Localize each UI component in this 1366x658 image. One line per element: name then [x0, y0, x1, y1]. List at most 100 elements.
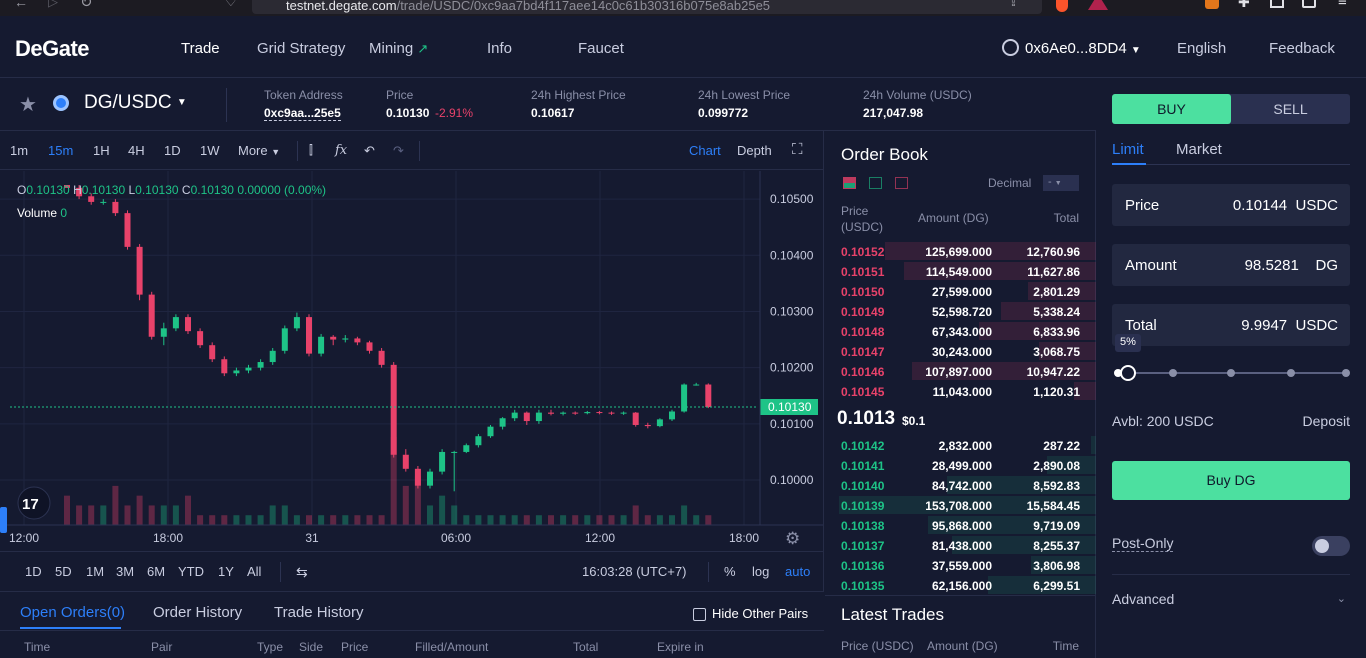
- language-selector[interactable]: English: [1177, 40, 1226, 57]
- account-menu[interactable]: 0x6Ae0...8DD4 ▼: [1002, 39, 1141, 57]
- range-1m[interactable]: 1M: [86, 564, 104, 579]
- candle-body: [148, 294, 155, 337]
- ask-row[interactable]: 0.10152 125,699.000 12,760.96: [825, 241, 1096, 261]
- interval-1w[interactable]: 1W: [200, 143, 220, 158]
- menu-icon[interactable]: ≡: [1338, 0, 1347, 10]
- interval-1d[interactable]: 1D: [164, 143, 181, 158]
- post-only-toggle[interactable]: [1312, 536, 1350, 556]
- interval-1m[interactable]: 1m: [10, 143, 28, 158]
- ask-row[interactable]: 0.10151 114,549.000 11,627.86: [825, 261, 1096, 281]
- candle-type-icon[interactable]: ⫿: [309, 143, 313, 158]
- chevron-down-icon[interactable]: ⌄: [1337, 592, 1346, 605]
- bookmark-icon[interactable]: ♡: [225, 0, 237, 10]
- star-icon[interactable]: ★: [19, 92, 37, 117]
- nav-trade[interactable]: Trade: [181, 40, 220, 57]
- tab-limit[interactable]: Limit: [1112, 141, 1144, 158]
- decimal-select[interactable]: - ▼: [1043, 175, 1079, 191]
- pair-selector[interactable]: DG/USDC ▼: [84, 92, 187, 114]
- view-both-icon[interactable]: [843, 177, 856, 189]
- view-bids-icon[interactable]: [869, 177, 882, 189]
- bid-row[interactable]: 0.10139 153,708.000 15,584.45: [825, 495, 1096, 515]
- address-bar[interactable]: testnet.degate.com/trade/USDC/0xc9aa7bd4…: [252, 0, 1042, 14]
- feedback-link[interactable]: Feedback: [1269, 40, 1335, 57]
- price-input-value[interactable]: 0.10144: [1233, 197, 1287, 214]
- nav-info[interactable]: Info: [487, 40, 512, 57]
- range-3m[interactable]: 3M: [116, 564, 134, 579]
- percent-toggle[interactable]: %: [724, 564, 736, 579]
- range-5d[interactable]: 5D: [55, 564, 72, 579]
- fullscreen-icon[interactable]: ⛶: [792, 141, 803, 158]
- buy-dg-button[interactable]: Buy DG: [1112, 461, 1350, 500]
- brave-shield-icon[interactable]: [1056, 0, 1068, 12]
- buy-tab[interactable]: BUY: [1112, 94, 1231, 124]
- ask-row[interactable]: 0.10150 27,599.000 2,801.29: [825, 281, 1096, 301]
- bid-row[interactable]: 0.10138 95,868.000 9,719.09: [825, 515, 1096, 535]
- total-input-value[interactable]: 9.9947: [1241, 317, 1287, 334]
- range-all[interactable]: All: [247, 564, 261, 579]
- wallet-icon[interactable]: [1302, 0, 1316, 8]
- nav-mining[interactable]: Mining ↗: [369, 40, 428, 57]
- bid-row[interactable]: 0.10140 84,742.000 8,592.83: [825, 475, 1096, 495]
- view-asks-icon[interactable]: [895, 177, 908, 189]
- deposit-link[interactable]: Deposit: [1303, 413, 1350, 429]
- scroll-handle: [0, 507, 7, 533]
- price-chart[interactable]: 0.10130 0.105000.104000.103000.102000.10…: [0, 171, 823, 550]
- auto-toggle[interactable]: auto: [785, 564, 810, 579]
- ask-row[interactable]: 0.10146 107,897.000 10,947.22: [825, 361, 1096, 381]
- slider-thumb[interactable]: [1119, 365, 1136, 381]
- indicators-icon[interactable]: fx: [335, 143, 347, 158]
- interval-1h[interactable]: 1H: [93, 143, 110, 158]
- hide-other-pairs-label: Hide Other Pairs: [712, 606, 809, 621]
- more-intervals-button[interactable]: More ▼: [238, 143, 280, 158]
- range-6m[interactable]: 6M: [147, 564, 165, 579]
- range-ytd[interactable]: YTD: [178, 564, 204, 579]
- tab-chart[interactable]: Chart: [689, 143, 721, 158]
- hide-other-pairs-checkbox[interactable]: [693, 608, 706, 621]
- back-icon[interactable]: ←: [14, 0, 28, 10]
- tab-market[interactable]: Market: [1176, 141, 1222, 158]
- price-field[interactable]: Price 0.10144 USDC: [1112, 184, 1350, 226]
- range-1y[interactable]: 1Y: [218, 564, 234, 579]
- bid-row[interactable]: 0.10141 28,499.000 2,890.08: [825, 455, 1096, 475]
- bid-row[interactable]: 0.10137 81,438.000 8,255.37: [825, 535, 1096, 555]
- degate-logo[interactable]: DeGate: [15, 36, 90, 62]
- tab-order-history[interactable]: Order History: [153, 604, 242, 621]
- bid-row[interactable]: 0.10142 2,832.000 287.22: [825, 435, 1096, 455]
- reload-icon[interactable]: ↻: [80, 0, 93, 11]
- nav-faucet[interactable]: Faucet: [578, 40, 624, 57]
- brave-rewards-icon[interactable]: [1088, 0, 1108, 10]
- percent-slider[interactable]: [1112, 364, 1350, 382]
- ask-row[interactable]: 0.10149 52,598.720 5,338.24: [825, 301, 1096, 321]
- range-1d[interactable]: 1D: [25, 564, 42, 579]
- decimal-label: Decimal: [988, 176, 1032, 190]
- ask-row[interactable]: 0.10145 11,043.000 1,120.31: [825, 381, 1096, 401]
- col-total: Total: [573, 640, 599, 654]
- undo-icon[interactable]: ↶: [364, 143, 375, 159]
- amount-input-value[interactable]: 98.5281: [1245, 257, 1299, 274]
- interval-4h[interactable]: 4H: [128, 143, 145, 158]
- total-field[interactable]: Total 9.9947 USDC: [1112, 304, 1350, 346]
- tab-open-orders[interactable]: Open Orders(0): [20, 604, 125, 621]
- tab-trade-history[interactable]: Trade History: [274, 604, 363, 621]
- redo-icon[interactable]: ↷: [393, 143, 404, 159]
- sidebar-icon[interactable]: [1270, 0, 1284, 8]
- extensions-icon[interactable]: ✚: [1238, 0, 1250, 11]
- share-icon[interactable]: ⇪: [1008, 0, 1019, 10]
- date-range-icon[interactable]: ⇆: [296, 564, 308, 581]
- forward-icon[interactable]: ▷: [48, 0, 58, 10]
- order-book: Order Book Decimal - ▼ Price (USDC) Amou…: [825, 131, 1096, 658]
- advanced-toggle[interactable]: Advanced: [1112, 591, 1174, 607]
- token-address-link[interactable]: 0xc9aa...25e5: [264, 106, 341, 121]
- ask-row[interactable]: 0.10147 30,243.000 3,068.75: [825, 341, 1096, 361]
- nav-grid-strategy[interactable]: Grid Strategy: [257, 40, 345, 57]
- bid-row[interactable]: 0.10135 62,156.000 6,299.51: [825, 575, 1096, 595]
- sell-tab[interactable]: SELL: [1231, 94, 1350, 124]
- bid-row[interactable]: 0.10136 37,559.000 3,806.98: [825, 555, 1096, 575]
- volume-bar: [293, 515, 300, 525]
- tab-depth[interactable]: Depth: [737, 143, 772, 158]
- amount-field[interactable]: Amount 98.5281 DG: [1112, 244, 1350, 286]
- metamask-icon[interactable]: [1205, 0, 1219, 9]
- log-toggle[interactable]: log: [752, 564, 769, 579]
- interval-15m[interactable]: 15m: [48, 143, 73, 158]
- ask-row[interactable]: 0.10148 67,343.000 6,833.96: [825, 321, 1096, 341]
